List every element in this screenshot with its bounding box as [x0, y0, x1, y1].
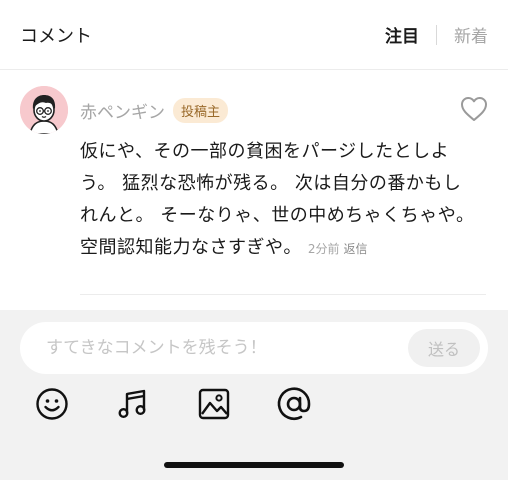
sort-divider — [436, 24, 437, 45]
comment-author[interactable]: 赤ペンギン — [80, 98, 165, 123]
comment-composer: 送る — [0, 310, 508, 480]
sort-tabs: 注目 新着 — [385, 22, 488, 47]
page-title: コメント — [20, 25, 92, 47]
comment-input[interactable] — [46, 322, 406, 374]
avatar[interactable] — [20, 86, 68, 134]
tab-newest[interactable]: 新着 — [454, 22, 488, 47]
image-icon[interactable] — [194, 384, 234, 424]
send-button[interactable]: 送る — [408, 329, 480, 367]
comment-timestamp: 2分前 — [307, 242, 340, 256]
avatar-illustration — [20, 86, 68, 134]
reply-button[interactable]: 返信 — [343, 242, 367, 256]
heart-icon[interactable] — [460, 96, 488, 122]
comment-author-row: 赤ペンギン 投稿主 — [80, 98, 229, 123]
comment-screen: コメント 注目 新着 赤ペンギン 投稿主 仮にや、その一部の貧困をパージしたとし… — [0, 0, 508, 480]
poster-badge: 投稿主 — [173, 98, 229, 123]
emoji-icon[interactable] — [32, 384, 72, 424]
home-indicator — [164, 462, 344, 468]
tab-popular[interactable]: 注目 — [385, 22, 419, 47]
comment-input-wrapper: 送る — [20, 322, 488, 374]
mention-icon[interactable] — [274, 384, 314, 424]
comment-item: 赤ペンギン 投稿主 仮にや、その一部の貧困をパージしたとしよう。 猛烈な恐怖が残… — [0, 70, 508, 310]
composer-toolbar — [0, 384, 508, 428]
comment-text: 仮にや、その一部の貧困をパージしたとしよう。 猛烈な恐怖が残る。 次は自分の番か… — [80, 141, 475, 258]
comment-divider — [80, 294, 486, 295]
comments-header: コメント 注目 新着 — [0, 0, 508, 70]
comment-body: 仮にや、その一部の貧困をパージしたとしよう。 猛烈な恐怖が残る。 次は自分の番か… — [80, 136, 476, 265]
music-icon[interactable] — [112, 384, 152, 424]
